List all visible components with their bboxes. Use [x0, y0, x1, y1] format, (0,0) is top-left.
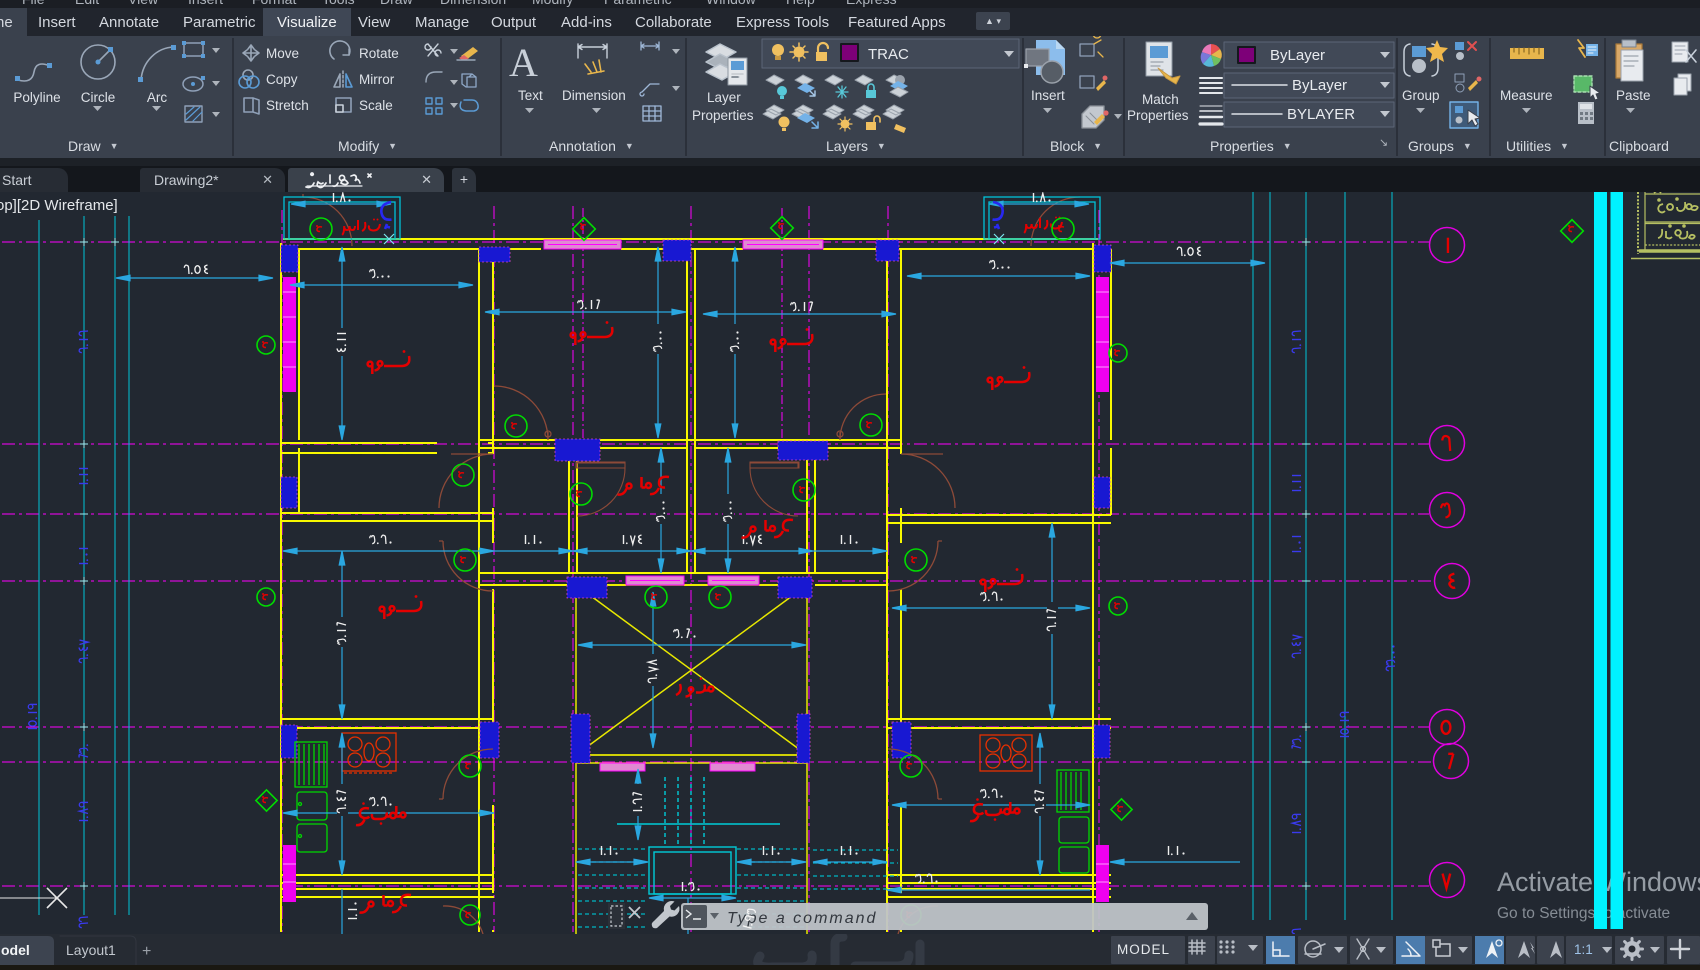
svg-text:Properties: Properties: [692, 108, 754, 123]
svg-text:Stretch: Stretch: [266, 98, 309, 113]
svg-text:MODEL: MODEL: [1117, 942, 1170, 957]
svg-text:A: A: [509, 40, 538, 85]
svg-text:Paste: Paste: [1616, 88, 1651, 103]
svg-text:ByLayer: ByLayer: [1270, 47, 1325, 64]
svg-text:ByLayer: ByLayer: [1292, 77, 1347, 94]
svg-text:Copy: Copy: [266, 72, 298, 87]
svg-text:Rotate: Rotate: [359, 46, 399, 61]
svg-text:Group: Group: [1402, 88, 1440, 103]
svg-text:Mirror: Mirror: [359, 72, 395, 87]
svg-text:BYLAYER: BYLAYER: [1287, 106, 1355, 123]
svg-text:TRAC: TRAC: [868, 46, 909, 63]
svg-text:Text: Text: [518, 88, 543, 103]
svg-text:Measure: Measure: [1500, 88, 1553, 103]
svg-text:1:1: 1:1: [1574, 942, 1593, 957]
svg-text:Scale: Scale: [359, 98, 393, 113]
svg-text:Properties: Properties: [1127, 108, 1189, 123]
svg-text:Arc: Arc: [147, 90, 168, 105]
svg-text:Move: Move: [266, 46, 299, 61]
svg-text:op][2D Wireframe]: op][2D Wireframe]: [0, 197, 118, 214]
svg-text:Layout1: Layout1: [66, 942, 116, 958]
svg-text:Match: Match: [1142, 92, 1179, 107]
svg-text:odel: odel: [1, 942, 30, 958]
svg-text:Insert: Insert: [1031, 88, 1065, 103]
svg-text:+: +: [142, 943, 151, 960]
svg-text:Go to Settings to activate: Go to Settings to activate: [1497, 905, 1670, 922]
svg-text:Layer: Layer: [707, 90, 741, 105]
svg-text:Polyline: Polyline: [13, 90, 60, 105]
svg-text:Dimension: Dimension: [562, 88, 626, 103]
svg-text:Circle: Circle: [81, 90, 116, 105]
